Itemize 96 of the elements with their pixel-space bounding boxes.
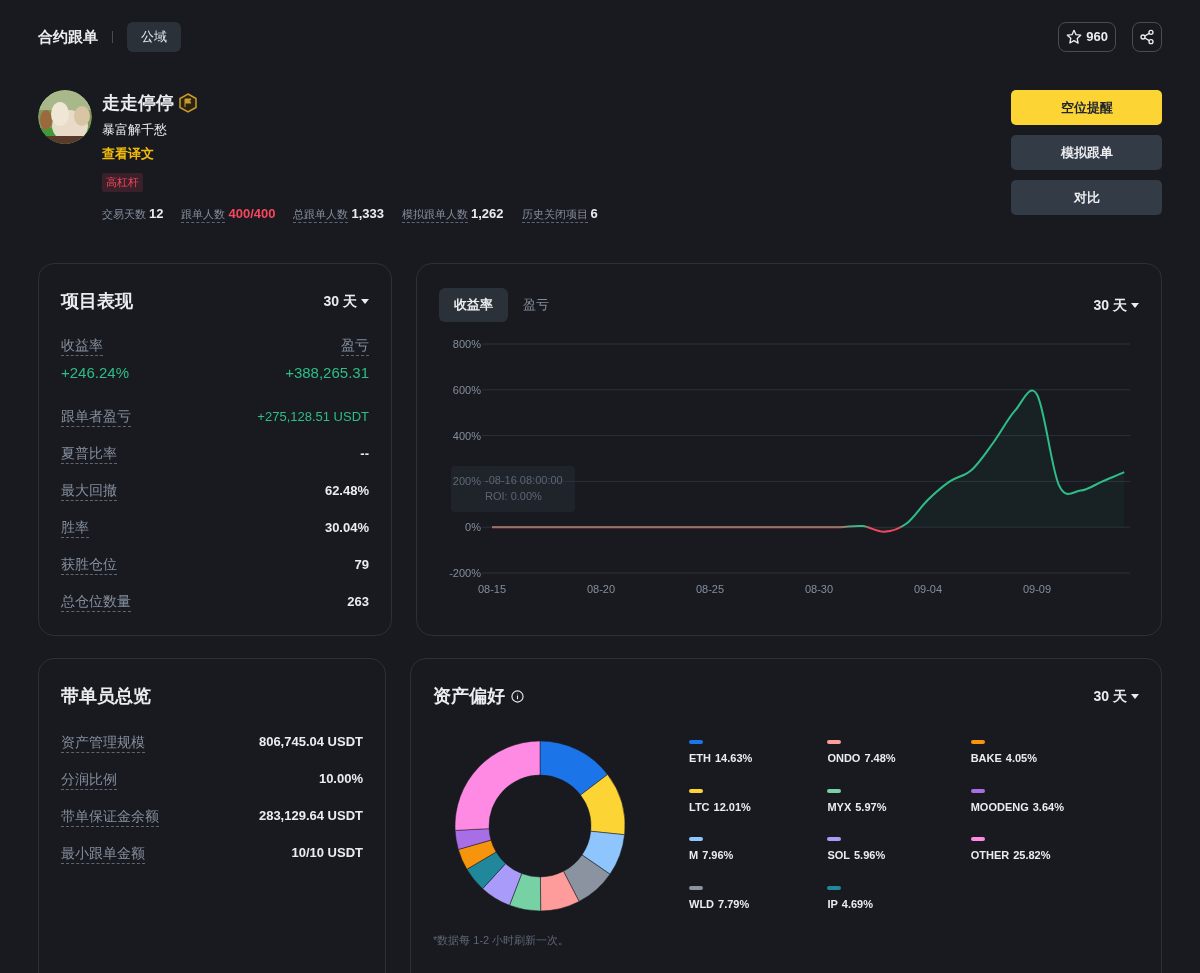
legend-share: 4.69% bbox=[841, 896, 873, 912]
tooltip-date: -08-16 08:00:00 bbox=[485, 473, 563, 488]
caret-icon bbox=[1131, 302, 1139, 308]
chart-tab[interactable]: 收益率 bbox=[439, 288, 508, 322]
metric-label: 带单保证金余额 bbox=[61, 805, 159, 827]
risk-tag: 高杠杆 bbox=[102, 173, 143, 192]
roi-value: +246.24% bbox=[61, 363, 129, 383]
trader-name: 走走停停 bbox=[102, 92, 174, 115]
metric-value: +275,128.51 USDT bbox=[257, 407, 369, 426]
stat-value: 6 bbox=[590, 204, 598, 223]
axis-label: 08-20 bbox=[586, 583, 616, 595]
legend-asset: WLD bbox=[689, 896, 715, 912]
legend-asset: ETH bbox=[689, 751, 711, 766]
tooltip-value: ROI: 0.00% bbox=[485, 489, 543, 504]
period-dropdown[interactable]: 30 天 bbox=[1093, 686, 1139, 707]
metric-label: 总仓位数量 bbox=[61, 591, 131, 612]
card-title: 带单员总览 bbox=[61, 685, 152, 708]
stat-label: 交易天数 bbox=[102, 206, 146, 222]
metric-value: 806,745.04 USDT bbox=[258, 733, 363, 752]
legend-asset: M bbox=[689, 848, 699, 863]
axis-label: 09-04 bbox=[913, 583, 943, 595]
legend-share: 7.48% bbox=[864, 751, 896, 766]
legend-share: 5.96% bbox=[854, 848, 886, 863]
stat-value: 400/400 bbox=[228, 204, 276, 223]
metric-value: 62.48% bbox=[324, 481, 369, 500]
metric-value: 30.04% bbox=[324, 518, 369, 537]
period-dropdown[interactable]: 30 天 bbox=[323, 291, 369, 312]
stat-label: 历史关闭项目 bbox=[521, 205, 588, 223]
action-button[interactable]: 空位提醒 bbox=[1011, 90, 1162, 125]
metric-label: 最小跟单金额 bbox=[61, 842, 145, 864]
period-dropdown[interactable]: 30 天 bbox=[1093, 294, 1139, 316]
metric-label: 最大回撤 bbox=[61, 480, 117, 501]
axis-label: 400% bbox=[452, 429, 481, 442]
badge-icon bbox=[178, 93, 198, 113]
axis-label: 08-15 bbox=[477, 583, 507, 595]
metric-label: 资产管理规模 bbox=[61, 731, 145, 753]
caret-icon bbox=[361, 299, 369, 304]
metric-label: 收益率 bbox=[61, 335, 103, 356]
card-title: 项目表现 bbox=[61, 290, 133, 313]
legend-share: 7.96% bbox=[702, 848, 734, 863]
legend-share: 7.79% bbox=[718, 896, 750, 912]
metric-value: 10.00% bbox=[318, 770, 363, 789]
axis-label: 200% bbox=[452, 475, 481, 488]
legend-asset: BAKE bbox=[970, 751, 1002, 766]
legend-share: 12.01% bbox=[713, 799, 751, 815]
legend-asset: SOL bbox=[827, 848, 850, 863]
info-icon bbox=[511, 690, 524, 703]
metric-value: 79 bbox=[354, 555, 369, 574]
legend-share: 3.64% bbox=[1032, 799, 1064, 815]
stat-value: 1,333 bbox=[351, 204, 384, 223]
translate-link[interactable]: 查看译文 bbox=[102, 143, 598, 163]
legend-share: 4.05% bbox=[1005, 751, 1038, 766]
legend-asset: LTC bbox=[689, 799, 710, 815]
chart-tab[interactable]: 盈亏 bbox=[508, 288, 564, 322]
page-title: 合约跟单 bbox=[38, 26, 98, 47]
share-button[interactable] bbox=[1132, 22, 1162, 52]
metric-label: 盈亏 bbox=[341, 335, 369, 356]
metric-value: 263 bbox=[347, 592, 369, 611]
stat-value: 12 bbox=[149, 204, 164, 223]
action-button[interactable]: 模拟跟单 bbox=[1011, 135, 1162, 170]
legend-share: 5.97% bbox=[855, 799, 887, 815]
legend-asset: MOODENG bbox=[970, 799, 1029, 815]
trader-bio: 暴富解千愁 bbox=[102, 121, 168, 139]
axis-label: 600% bbox=[452, 383, 481, 396]
tab[interactable]: 公域 bbox=[127, 22, 181, 52]
legend-asset: OTHER bbox=[970, 848, 1010, 863]
metric-value: 283,129.64 USDT bbox=[258, 807, 363, 826]
stat-value: 1,262 bbox=[471, 204, 504, 223]
legend-share: 25.82% bbox=[1013, 848, 1051, 863]
action-button[interactable]: 对比 bbox=[1011, 180, 1162, 215]
legend-share: 14.63% bbox=[715, 751, 753, 766]
metric-label: 夏普比率 bbox=[61, 443, 117, 464]
share-icon bbox=[1139, 29, 1155, 45]
metric-value: 10/10 USDT bbox=[291, 844, 363, 863]
metric-label: 跟单者盈亏 bbox=[61, 406, 131, 427]
metric-label: 获胜仓位 bbox=[61, 554, 117, 575]
axis-label: -200% bbox=[449, 567, 481, 579]
stat-label: 模拟跟单人数 bbox=[402, 205, 468, 223]
axis-label: 09-09 bbox=[1022, 583, 1052, 595]
caret-icon bbox=[1131, 694, 1139, 699]
axis-label: 08-25 bbox=[695, 583, 725, 595]
axis-label: 08-30 bbox=[804, 583, 834, 595]
legend-asset: MYX bbox=[827, 799, 852, 815]
metric-label: 胜率 bbox=[61, 517, 89, 538]
metric-value: -- bbox=[360, 444, 369, 463]
metric-label: 分润比例 bbox=[61, 768, 117, 790]
star-icon bbox=[1066, 29, 1083, 45]
axis-label: 0% bbox=[465, 521, 481, 534]
card-title: 资产偏好 bbox=[433, 685, 505, 708]
pnl-value: +388,265.31 bbox=[285, 363, 369, 383]
legend-asset: IP bbox=[827, 896, 838, 912]
favorite-button[interactable]: 960 bbox=[1058, 22, 1116, 52]
stat-label: 总跟单人数 bbox=[293, 205, 349, 223]
legend-asset: ONDO bbox=[827, 751, 861, 766]
axis-label: 800% bbox=[452, 338, 481, 350]
stat-label: 跟单人数 bbox=[181, 205, 226, 223]
